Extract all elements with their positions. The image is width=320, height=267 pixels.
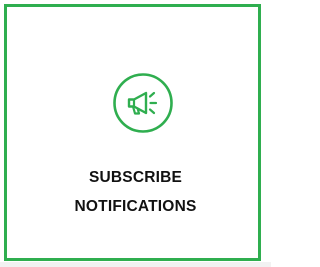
megaphone-icon <box>112 72 174 134</box>
bottom-divider <box>0 262 271 267</box>
card-label-line-1: SUBSCRIBE <box>88 169 183 186</box>
card-label-line-2: NOTIFICATIONS <box>74 198 197 215</box>
subscribe-notifications-card[interactable]: SUBSCRIBE NOTIFICATIONS <box>4 4 261 261</box>
